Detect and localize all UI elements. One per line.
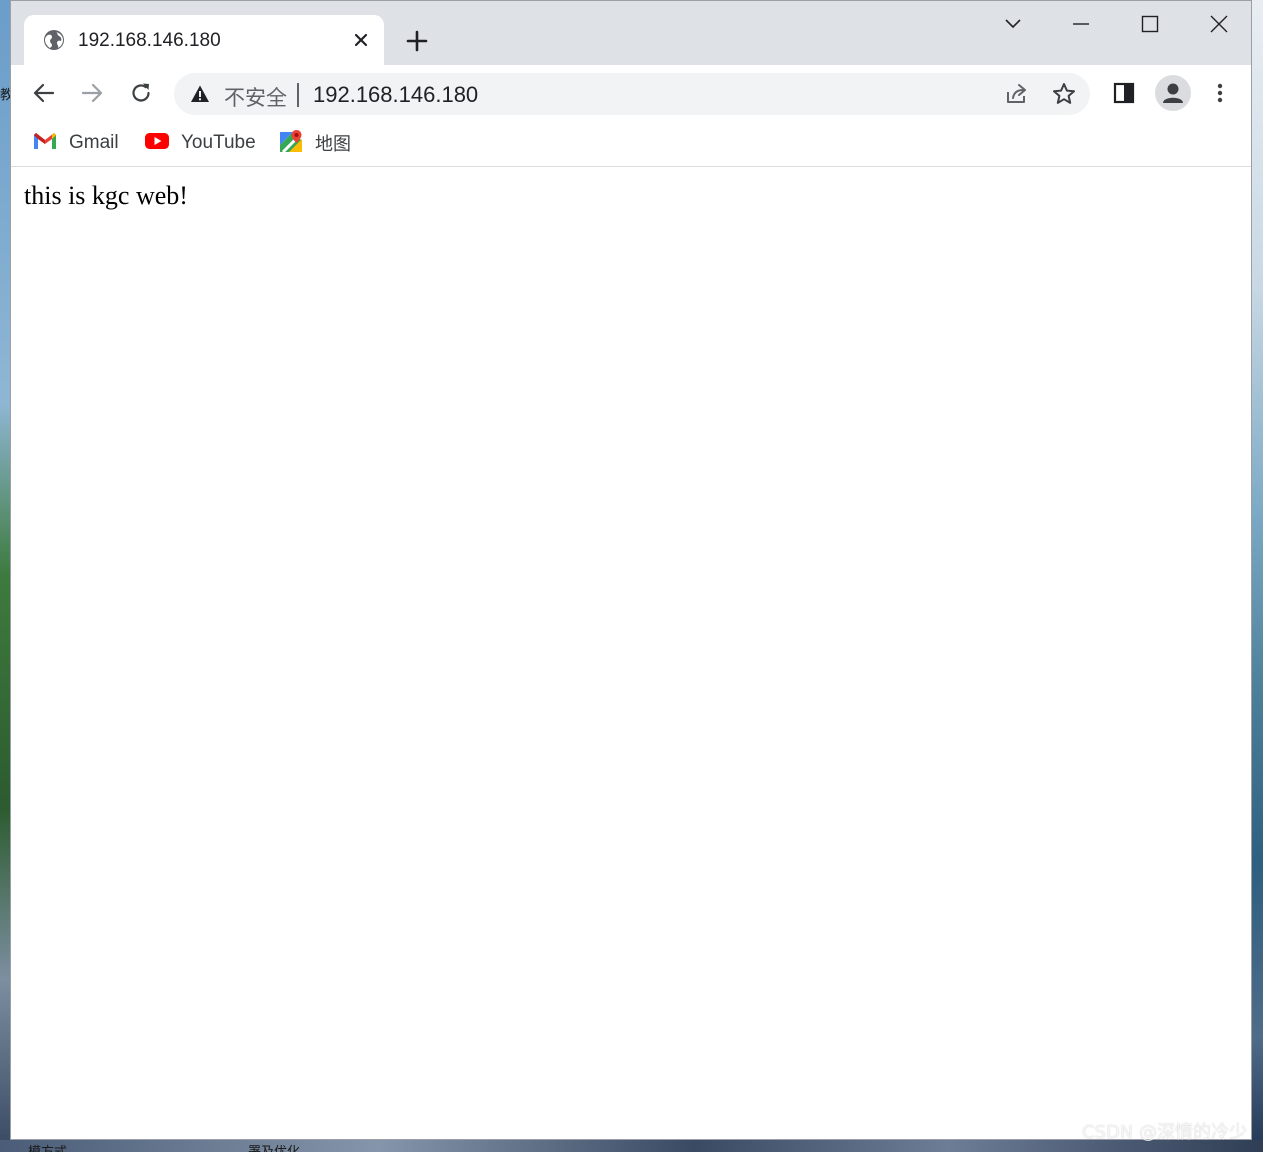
close-window-icon[interactable] [1204,9,1234,39]
tab-strip: 192.168.146.180 [11,1,1251,65]
security-status[interactable]: 不安全 [224,82,287,112]
tab-title: 192.168.146.180 [78,30,221,51]
page-body-text: this is kgc web! [24,181,188,210]
page-content: this is kgc web! [11,167,1251,1139]
forward-icon[interactable] [76,77,108,109]
gmail-icon [33,132,57,155]
bookmark-label: 地图 [315,134,351,155]
watermark: CSDN @深情的冷少 [1081,1122,1247,1143]
desktop-text-fragment: 模方式 [28,1141,67,1152]
browser-window: 192.168.146.180 不安全 192.168.146.180 Gmai… [10,0,1252,1140]
bookmark-star-icon[interactable] [1050,80,1078,108]
youtube-icon [145,132,169,155]
side-panel-icon[interactable] [1108,77,1140,109]
share-icon[interactable] [1003,80,1031,108]
toolbar: 不安全 192.168.146.180 [11,65,1251,121]
desktop-icon-label: 教 [0,88,10,103]
bookmark-maps[interactable]: 地图 [279,129,351,157]
bookmarks-bar: Gmail YouTube 地图 [11,121,1251,167]
menu-kebab-icon[interactable] [1204,77,1236,109]
bookmark-label: YouTube [181,132,256,153]
minimize-icon[interactable] [1066,9,1096,39]
globe-icon [42,28,66,52]
reload-icon[interactable] [125,77,157,109]
desktop-background-right [1252,0,1263,1152]
warning-icon[interactable] [190,84,210,104]
back-icon[interactable] [28,77,60,109]
address-bar[interactable]: 不安全 192.168.146.180 [174,73,1090,115]
maps-icon [279,129,304,158]
desktop-background-left [0,0,10,1152]
url-text[interactable]: 192.168.146.180 [313,82,478,108]
tab-search-icon[interactable] [998,9,1028,39]
bookmark-youtube[interactable]: YouTube [145,129,256,157]
bookmark-label: Gmail [69,132,119,153]
tab-active[interactable]: 192.168.146.180 [24,15,384,65]
omnibox-divider [297,83,299,107]
profile-avatar-icon[interactable] [1155,75,1191,111]
desktop-text-fragment: 署及优化 [248,1141,300,1152]
bookmark-gmail[interactable]: Gmail [33,129,119,157]
maximize-icon[interactable] [1135,9,1165,39]
desktop-background-bottom: 模方式 署及优化 [0,1140,1263,1152]
close-tab-icon[interactable] [349,28,373,52]
new-tab-icon[interactable] [403,27,431,55]
